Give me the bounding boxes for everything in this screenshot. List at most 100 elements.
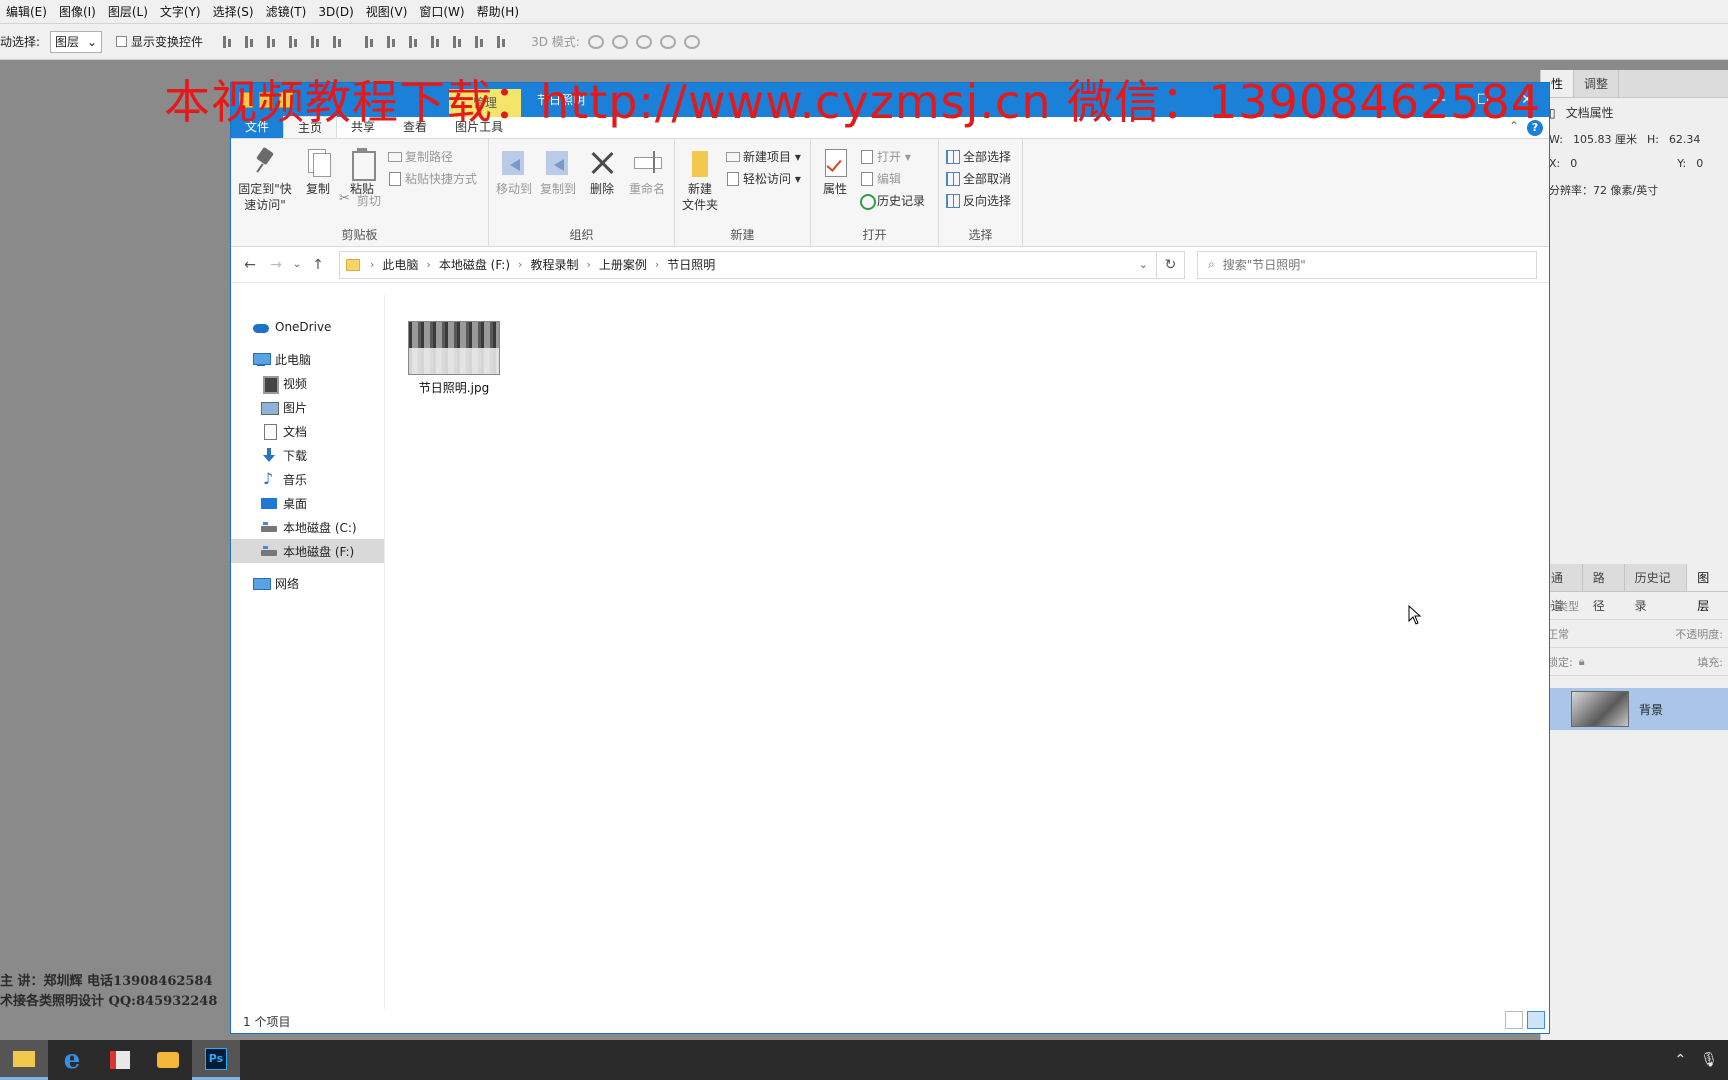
3d-rotate-icon[interactable] <box>587 34 604 49</box>
tray-chevron-up-icon[interactable]: ⌃ <box>1674 1052 1686 1068</box>
align-hcenter-icon[interactable] <box>309 35 323 49</box>
history-button[interactable]: 历史记录 <box>859 191 925 210</box>
align-top-icon[interactable] <box>221 35 235 49</box>
menu-3d[interactable]: 3D(D) <box>312 0 359 24</box>
easy-access-button[interactable]: 轻松访问 ▾ <box>725 169 801 187</box>
tab-history[interactable]: 历史记录 <box>1625 564 1688 613</box>
menu-edit[interactable]: 编辑(E) <box>0 0 53 24</box>
chevron-right-icon[interactable]: › <box>426 258 430 271</box>
breadcrumb-current[interactable]: 节日照明 <box>667 256 715 273</box>
invert-selection-button[interactable]: 反向选择 <box>945 191 1011 209</box>
nav-network[interactable]: 网络 <box>231 571 384 595</box>
cut-button[interactable]: 剪切 <box>339 191 477 209</box>
nav-drive-f[interactable]: 本地磁盘 (F:) <box>231 539 384 563</box>
nav-label: OneDrive <box>275 320 332 334</box>
nav-downloads[interactable]: 下载 <box>231 443 384 467</box>
nav-drive-c[interactable]: 本地磁盘 (C:) <box>231 515 384 539</box>
chevron-right-icon[interactable]: › <box>370 258 374 271</box>
x-value[interactable]: 0 <box>1570 152 1577 176</box>
breadcrumb-tutorial[interactable]: 教程录制 <box>530 256 578 273</box>
document-icon <box>261 424 277 440</box>
nav-onedrive[interactable]: OneDrive <box>231 315 384 339</box>
tab-layers[interactable]: 图层 <box>1687 564 1728 613</box>
taskbar-photoshop[interactable]: Ps <box>192 1040 240 1080</box>
history-icon <box>859 193 876 210</box>
large-icons-view-icon[interactable] <box>1527 1011 1545 1029</box>
chevron-right-icon[interactable]: › <box>518 258 522 271</box>
distribute-right-icon[interactable] <box>473 35 487 49</box>
nav-music[interactable]: 音乐 <box>231 467 384 491</box>
nav-this-pc[interactable]: 此电脑 <box>231 347 384 371</box>
distribute-top-icon[interactable] <box>363 35 377 49</box>
menu-image[interactable]: 图像(I) <box>53 0 102 24</box>
distribute-hcenter-icon[interactable] <box>451 35 465 49</box>
auto-align-icon[interactable] <box>495 35 509 49</box>
chevron-right-icon[interactable]: › <box>586 258 590 271</box>
address-box[interactable]: › 此电脑 › 本地磁盘 (F:) › 教程录制 › 上册案例 › 节日照明 ⌄ <box>339 250 1157 279</box>
tab-adjustments[interactable]: 调整 <box>1574 70 1620 97</box>
h-value[interactable]: 62.34 <box>1669 128 1701 152</box>
3d-slide-icon[interactable] <box>659 34 676 49</box>
paste-shortcut-button[interactable]: 粘贴快捷方式 <box>387 169 477 187</box>
3d-roll-icon[interactable] <box>611 34 628 49</box>
breadcrumb-this-pc[interactable]: 此电脑 <box>382 256 418 273</box>
drive-icon <box>261 520 277 534</box>
menu-view[interactable]: 视图(V) <box>360 0 414 24</box>
edit-button[interactable]: 编辑 <box>859 169 925 187</box>
recent-chevron-icon[interactable]: ⌄ <box>289 259 305 270</box>
lock-icon[interactable]: 🔒︎ <box>1579 655 1585 669</box>
nav-desktop[interactable]: 桌面 <box>231 491 384 515</box>
menu-filter[interactable]: 滤镜(T) <box>260 0 313 24</box>
y-value[interactable]: 0 <box>1696 152 1703 176</box>
taskbar-explorer[interactable] <box>0 1040 48 1080</box>
select-all-button[interactable]: 全部选择 <box>945 147 1011 165</box>
align-left-icon[interactable] <box>287 35 301 49</box>
open-button[interactable]: 打开 ▾ <box>859 147 925 165</box>
menu-layer[interactable]: 图层(L) <box>102 0 154 24</box>
microphone-icon[interactable]: 🎙︎ <box>1700 1052 1718 1068</box>
align-vcenter-icon[interactable] <box>243 35 257 49</box>
chevron-down-icon[interactable]: ⌄ <box>1139 258 1148 271</box>
nav-videos[interactable]: 视频 <box>231 371 384 395</box>
blend-mode[interactable]: 正常 <box>1547 626 1569 642</box>
search-input[interactable]: ⌕ 搜索"节日照明" <box>1197 250 1537 279</box>
refresh-icon[interactable]: ↻ <box>1157 250 1185 279</box>
forward-arrow-icon[interactable]: → <box>263 257 289 273</box>
new-item-button[interactable]: 新建项目 ▾ <box>725 147 801 165</box>
menu-window[interactable]: 窗口(W) <box>413 0 470 24</box>
resolution-text: 分辨率：72 像素/英寸 <box>1549 184 1659 197</box>
show-transform-checkbox[interactable]: 显示变换控件 <box>116 33 203 50</box>
select-none-button[interactable]: 全部取消 <box>945 169 1011 187</box>
distribute-left-icon[interactable] <box>429 35 443 49</box>
details-view-icon[interactable] <box>1505 1011 1523 1029</box>
file-item[interactable]: 节日照明.jpg <box>402 321 506 396</box>
align-bottom-icon[interactable] <box>265 35 279 49</box>
auto-select-dropdown[interactable]: 图层 ⌄ <box>50 30 103 53</box>
taskbar-app[interactable] <box>96 1040 144 1080</box>
menu-select[interactable]: 选择(S) <box>207 0 260 24</box>
distribute-bottom-icon[interactable] <box>407 35 421 49</box>
breadcrumb-cases[interactable]: 上册案例 <box>599 256 647 273</box>
nav-documents[interactable]: 文档 <box>231 419 384 443</box>
tab-paths[interactable]: 路径 <box>1583 564 1625 613</box>
copy-path-button[interactable]: 复制路径 <box>387 147 477 165</box>
up-arrow-icon[interactable]: ↑ <box>305 257 331 273</box>
layer-background[interactable]: 背景 <box>1541 688 1728 730</box>
breadcrumb-drive-f[interactable]: 本地磁盘 (F:) <box>439 256 510 273</box>
filter-kind[interactable]: 类型 <box>1557 598 1579 614</box>
position-row: X: 0 Y: 0 <box>1541 152 1728 176</box>
w-value[interactable]: 105.83 厘米 <box>1573 128 1637 152</box>
taskbar-camera[interactable] <box>144 1040 192 1080</box>
distribute-vcenter-icon[interactable] <box>385 35 399 49</box>
3d-pan-icon[interactable] <box>635 34 652 49</box>
back-arrow-icon[interactable]: ← <box>237 257 263 273</box>
nav-pictures[interactable]: 图片 <box>231 395 384 419</box>
resolution-row: 分辨率：72 像素/英寸 <box>1541 176 1728 206</box>
taskbar-edge[interactable]: e <box>48 1040 96 1080</box>
align-right-icon[interactable] <box>331 35 345 49</box>
menu-type[interactable]: 文字(Y) <box>154 0 207 24</box>
chevron-right-icon[interactable]: › <box>655 258 659 271</box>
3d-scale-icon[interactable] <box>683 34 700 49</box>
menu-help[interactable]: 帮助(H) <box>471 0 525 24</box>
